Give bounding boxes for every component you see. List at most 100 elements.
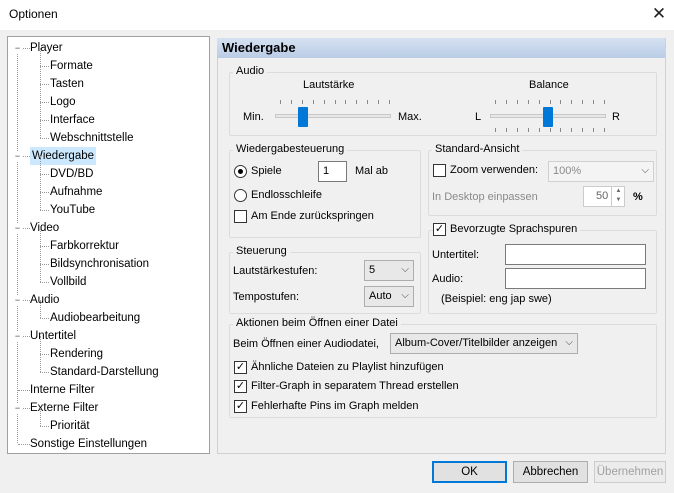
tree-branch-line	[40, 300, 41, 318]
tree-item-bildsynchronisation[interactable]: Bildsynchronisation	[50, 255, 149, 273]
tree-branch-line	[40, 66, 41, 84]
slider-tick	[367, 100, 369, 104]
collapse-icon[interactable]: −	[13, 44, 22, 53]
tree-item-vollbild[interactable]: Vollbild	[50, 273, 86, 291]
tree-branch-line	[40, 138, 49, 139]
volume-slider-track[interactable]	[275, 114, 391, 118]
subtitle-lang-input[interactable]	[505, 244, 646, 265]
chevron-down-icon: ⌵	[565, 337, 573, 348]
tree-item-audio[interactable]: Audio	[30, 291, 59, 309]
play-count-label: Spiele	[251, 165, 282, 177]
slider-tick	[378, 100, 380, 104]
apply-button[interactable]: Übernehmen	[594, 461, 666, 483]
tree-item-formate[interactable]: Formate	[50, 57, 93, 75]
slider-tick	[280, 100, 281, 104]
rewind-checkbox[interactable]	[234, 210, 247, 223]
tempo-steps-select[interactable]: Auto ⌵	[364, 286, 414, 307]
collapse-icon[interactable]: −	[13, 404, 22, 413]
volume-slider-thumb[interactable]	[298, 107, 309, 127]
tree-item-interface[interactable]: Interface	[50, 111, 95, 129]
tree-item-tasten[interactable]: Tasten	[50, 75, 84, 93]
tree-item-logo[interactable]: Logo	[50, 93, 76, 111]
default-view-legend: Standard-Ansicht	[432, 143, 523, 155]
tree-item-priorität[interactable]: Priorität	[50, 417, 90, 435]
volume-steps-select[interactable]: 5 ⌵	[364, 260, 414, 281]
tree-item-untertitel[interactable]: Untertitel	[30, 327, 76, 345]
collapse-icon[interactable]: −	[13, 332, 22, 341]
volume-ticks	[280, 100, 390, 104]
tempo-steps-label: Tempostufen:	[233, 291, 300, 303]
fit-desktop-unit: %	[633, 191, 643, 203]
tree-item-player[interactable]: Player	[30, 39, 63, 57]
tree-item-sonstige-einstellungen[interactable]: Sonstige Einstellungen	[30, 435, 147, 453]
slider-tick	[593, 100, 595, 104]
panel-title: Wiedergabe	[217, 38, 665, 58]
loop-radio[interactable]	[234, 189, 247, 202]
zoom-checkbox[interactable]	[433, 164, 446, 177]
tree-item-rendering[interactable]: Rendering	[50, 345, 103, 363]
collapse-icon[interactable]: −	[13, 152, 22, 161]
zoom-select[interactable]: 100% ⌵	[548, 161, 654, 182]
playback-control-legend: Wiedergabesteuerung	[233, 143, 348, 155]
tree-item-webschnittstelle[interactable]: Webschnittstelle	[50, 129, 134, 147]
slider-tick	[560, 100, 562, 104]
tree-item-aufnahme[interactable]: Aufnahme	[50, 183, 102, 201]
slider-tick	[527, 128, 529, 132]
tree-item-video[interactable]: Video	[30, 219, 59, 237]
tree-branch-line	[40, 84, 49, 85]
slider-tick	[356, 100, 358, 104]
fit-desktop-value: 50	[596, 190, 609, 202]
slider-tick	[571, 128, 573, 132]
language-tracks-checkbox[interactable]: ✓	[433, 223, 446, 236]
slider-tick	[505, 100, 507, 104]
audio-file-label: Beim Öffnen einer Audiodatei,	[233, 338, 379, 350]
tree-branch-line	[40, 246, 41, 264]
close-icon[interactable]: ✕	[646, 2, 672, 26]
fit-desktop-spinner[interactable]: ▲ ▼	[611, 187, 625, 206]
slider-tick	[495, 128, 496, 132]
collapse-icon[interactable]: −	[13, 224, 22, 233]
chevron-down-icon: ⌵	[641, 165, 649, 176]
play-count-radio[interactable]	[234, 165, 247, 178]
tree-item-interne-filter[interactable]: Interne Filter	[30, 381, 95, 399]
collapse-icon[interactable]: −	[13, 296, 22, 305]
faulty-pins-label: Fehlerhafte Pins im Graph melden	[251, 400, 419, 412]
slider-tick	[604, 128, 605, 132]
slider-tick	[527, 100, 529, 104]
balance-slider-thumb[interactable]	[543, 107, 553, 127]
faulty-pins-checkbox[interactable]: ✓	[234, 400, 247, 413]
play-count-input[interactable]: 1	[318, 161, 347, 182]
chevron-down-icon: ⌵	[401, 264, 409, 275]
filter-graph-label: Filter-Graph in separatem Thread erstell…	[251, 380, 459, 392]
audio-lang-label: Audio:	[432, 273, 464, 285]
volume-label: Lautstärke	[303, 79, 355, 91]
fit-desktop-input[interactable]: 50 ▲ ▼	[583, 186, 625, 207]
spin-down-icon[interactable]: ▼	[612, 196, 625, 205]
tree-branch-line	[40, 66, 49, 67]
audio-lang-input[interactable]	[505, 268, 646, 289]
cancel-button[interactable]: Abbrechen	[513, 461, 588, 483]
tree-item-dvd-bd[interactable]: DVD/BD	[50, 165, 93, 183]
slider-tick	[538, 128, 540, 132]
filter-graph-checkbox[interactable]: ✓	[234, 380, 247, 393]
tree-branch-line	[40, 336, 41, 354]
tree-branch-line	[40, 426, 49, 427]
tree-item-standard-darstellung[interactable]: Standard-Darstellung	[50, 363, 159, 381]
slider-tick	[571, 100, 573, 104]
slider-tick	[549, 128, 551, 132]
spin-up-icon[interactable]: ▲	[612, 187, 625, 196]
similar-files-checkbox[interactable]: ✓	[234, 361, 247, 374]
audio-file-select[interactable]: Album-Cover/Titelbilder anzeigen ⌵	[390, 333, 578, 354]
fit-desktop-label: In Desktop einpassen	[432, 191, 538, 203]
options-tree[interactable]: − Player Formate Tasten Logo Interface Webschn…	[7, 36, 210, 454]
tree-trunk-line	[17, 47, 18, 443]
control-legend: Steuerung	[233, 245, 290, 257]
tree-branch-line	[40, 192, 49, 193]
tree-item-farbkorrektur[interactable]: Farbkorrektur	[50, 237, 119, 255]
tree-item-youtube[interactable]: YouTube	[50, 201, 95, 219]
rewind-label: Am Ende zurückspringen	[251, 210, 374, 222]
balance-right-label: R	[612, 111, 620, 123]
ok-button[interactable]: OK	[432, 461, 507, 483]
tree-branch-line	[40, 84, 41, 102]
tree-item-audiobearbeitung[interactable]: Audiobearbeitung	[50, 309, 140, 327]
